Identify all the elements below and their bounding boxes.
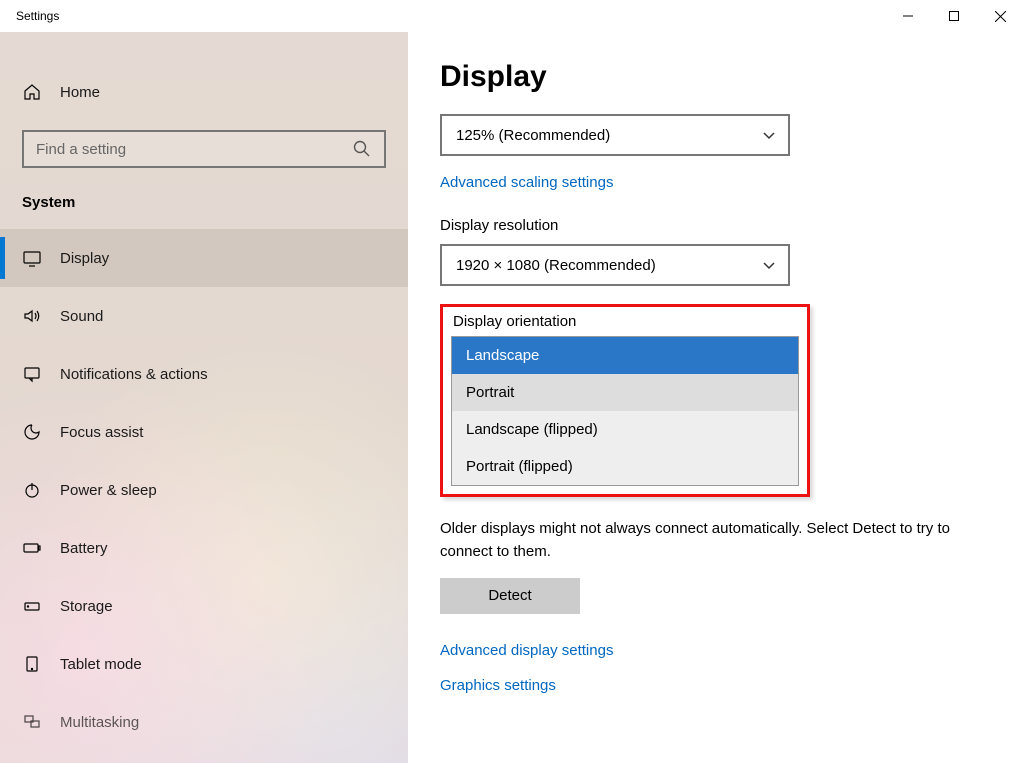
chevron-down-icon (762, 258, 776, 272)
sidebar-item-label: Power & sleep (60, 482, 157, 499)
minimize-button[interactable] (885, 0, 931, 32)
chevron-down-icon (762, 128, 776, 142)
detect-note: Older displays might not always connect … (440, 517, 991, 564)
main-panel: Display 125% (Recommended) Advanced scal… (408, 32, 1023, 763)
sidebar-item-power-sleep[interactable]: Power & sleep (0, 461, 408, 519)
sidebar-item-storage[interactable]: Storage (0, 577, 408, 635)
sidebar-item-label: Sound (60, 308, 103, 325)
orientation-option[interactable]: Portrait (452, 374, 798, 411)
focus-assist-icon (22, 422, 42, 442)
orientation-option[interactable]: Landscape (flipped) (452, 411, 798, 448)
sound-icon (22, 306, 42, 326)
sidebar-item-label: Tablet mode (60, 656, 142, 673)
page-title: Display (440, 60, 991, 94)
advanced-scaling-link[interactable]: Advanced scaling settings (440, 174, 613, 191)
search-box[interactable] (22, 130, 386, 168)
power-icon (22, 480, 42, 500)
orientation-label: Display orientation (451, 313, 799, 336)
sidebar-item-display[interactable]: Display (0, 229, 408, 287)
resolution-select[interactable]: 1920 × 1080 (Recommended) (440, 244, 790, 286)
search-icon (352, 139, 372, 159)
sidebar-item-notifications[interactable]: Notifications & actions (0, 345, 408, 403)
storage-icon (22, 596, 42, 616)
resolution-value: 1920 × 1080 (Recommended) (456, 257, 656, 274)
scale-select[interactable]: 125% (Recommended) (440, 114, 790, 156)
sidebar-item-label: Storage (60, 598, 113, 615)
orientation-highlight: Display orientation Landscape Portrait L… (440, 304, 810, 497)
resolution-label: Display resolution (440, 217, 991, 234)
orientation-option[interactable]: Portrait (flipped) (452, 448, 798, 485)
orientation-option[interactable]: Landscape (452, 337, 798, 374)
close-button[interactable] (977, 0, 1023, 32)
detect-button[interactable]: Detect (440, 578, 580, 614)
sidebar-item-label: Battery (60, 540, 108, 557)
home-label: Home (60, 84, 100, 101)
sidebar-item-tablet-mode[interactable]: Tablet mode (0, 635, 408, 693)
scale-value: 125% (Recommended) (456, 127, 610, 144)
notifications-icon (22, 364, 42, 384)
sidebar-item-sound[interactable]: Sound (0, 287, 408, 345)
home-icon (22, 82, 42, 102)
orientation-dropdown[interactable]: Landscape Portrait Landscape (flipped) P… (451, 336, 799, 486)
display-icon (22, 248, 42, 268)
sidebar-item-label: Display (60, 250, 109, 267)
window-title: Settings (0, 9, 59, 23)
category-heading: System (22, 194, 408, 211)
titlebar: Settings (0, 0, 1023, 32)
graphics-settings-link[interactable]: Graphics settings (440, 677, 991, 694)
tablet-icon (22, 654, 42, 674)
sidebar-item-battery[interactable]: Battery (0, 519, 408, 577)
sidebar-item-label: Multitasking (60, 714, 139, 731)
sidebar-item-focus-assist[interactable]: Focus assist (0, 403, 408, 461)
battery-icon (22, 538, 42, 558)
sidebar: Home System Display Sound Notifications … (0, 32, 408, 763)
multitasking-icon (22, 712, 42, 732)
home-nav[interactable]: Home (0, 72, 408, 112)
search-input[interactable] (36, 141, 338, 158)
advanced-display-link[interactable]: Advanced display settings (440, 642, 991, 659)
sidebar-item-label: Notifications & actions (60, 366, 208, 383)
maximize-button[interactable] (931, 0, 977, 32)
sidebar-item-multitasking[interactable]: Multitasking (0, 693, 408, 751)
sidebar-item-label: Focus assist (60, 424, 143, 441)
